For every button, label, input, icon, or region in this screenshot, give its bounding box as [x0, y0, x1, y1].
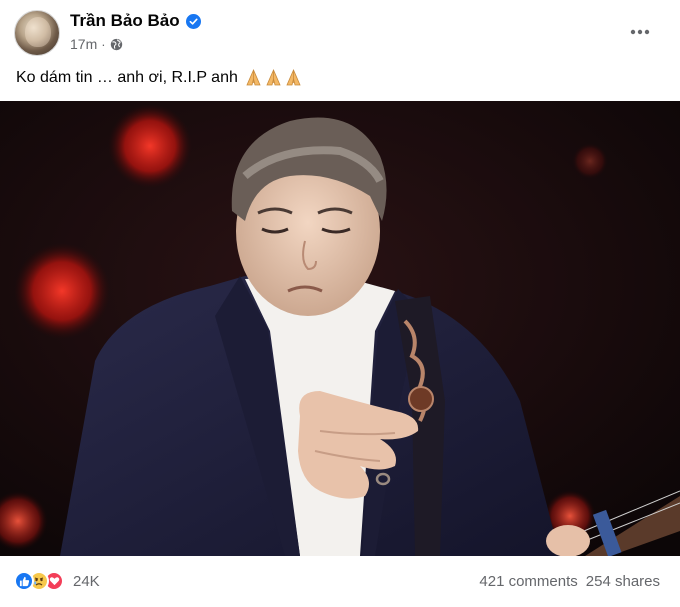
- reaction-count[interactable]: 24K: [73, 573, 100, 590]
- shares-count[interactable]: 254 shares: [586, 573, 660, 590]
- post-timestamp[interactable]: 17m: [70, 36, 97, 52]
- post-header: Trần Bảo Bảo 17m ·: [0, 0, 680, 60]
- author-name-row: Trần Bảo Bảo: [70, 10, 201, 32]
- verified-badge-icon: [185, 13, 201, 29]
- post-meta: 17m ·: [70, 35, 123, 53]
- post-caption: Ko dám tin … anh ơi, R.I.P anh: [16, 66, 303, 90]
- engagement-counts: 421 comments 254 shares: [479, 570, 660, 592]
- prayer-emoji-group: [244, 69, 303, 87]
- like-reaction-icon: [14, 571, 34, 591]
- post-footer: 24K 421 comments 254 shares: [0, 556, 680, 607]
- post-photo[interactable]: [0, 101, 680, 556]
- caption-text: Ko dám tin … anh ơi, R.I.P anh: [16, 69, 238, 86]
- folded-hands-icon: [264, 69, 283, 87]
- folded-hands-icon: [284, 69, 303, 87]
- more-options-button[interactable]: [622, 14, 658, 50]
- author-avatar[interactable]: [14, 10, 60, 56]
- reactions-summary[interactable]: 24K: [14, 570, 100, 592]
- facebook-post: Trần Bảo Bảo 17m · Ko dám tin … anh ơi, …: [0, 0, 680, 607]
- author-name[interactable]: Trần Bảo Bảo: [70, 11, 180, 31]
- folded-hands-icon: [244, 69, 263, 87]
- meta-separator: ·: [101, 36, 106, 52]
- globe-icon[interactable]: [110, 38, 123, 51]
- comments-count[interactable]: 421 comments: [479, 573, 577, 590]
